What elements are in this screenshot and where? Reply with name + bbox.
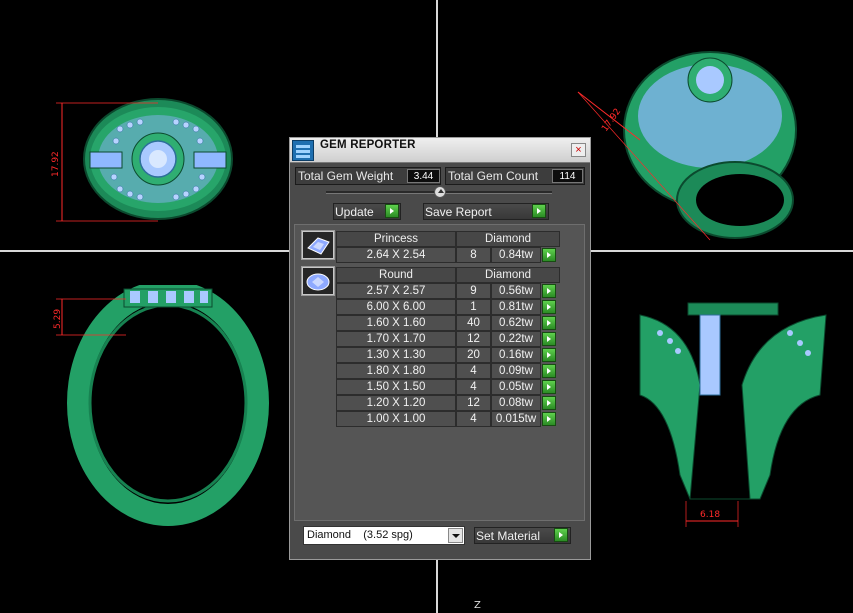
gem-size: 1.80 X 1.80 xyxy=(336,363,456,379)
gem-weight: 0.84tw xyxy=(491,247,541,263)
panel-title: GEM REPORTER xyxy=(320,139,416,151)
gem-weight: 0.09tw xyxy=(491,363,541,379)
material-header: Diamond xyxy=(456,231,560,247)
gem-count: 4 xyxy=(456,411,491,427)
gem-count: 1 xyxy=(456,299,491,315)
gem-weight: 0.16tw xyxy=(491,347,541,363)
gem-weight: 0.22tw xyxy=(491,331,541,347)
gem-count: 8 xyxy=(456,247,491,263)
gem-size: 1.20 X 1.20 xyxy=(336,395,456,411)
close-button[interactable]: × xyxy=(571,143,586,157)
gem-count: 40 xyxy=(456,315,491,331)
gem-count: 4 xyxy=(456,379,491,395)
gem-reporter-icon xyxy=(292,140,314,161)
viewport-side-view[interactable]: 6.18 xyxy=(630,285,840,535)
gem-reporter-panel: GEM REPORTER × Total Gem Weight 3.44 Tot… xyxy=(289,137,591,560)
princess-cut-gem-icon[interactable] xyxy=(301,230,335,260)
set-material-button[interactable]: Set Material xyxy=(474,527,571,544)
arrow-right-icon[interactable] xyxy=(542,348,556,362)
viewport-top-view[interactable]: 17.92 xyxy=(40,95,255,235)
gem-size: 1.50 X 1.50 xyxy=(336,379,456,395)
arrow-right-icon[interactable] xyxy=(542,380,556,394)
total-gem-weight-label: Total Gem Weight xyxy=(298,169,394,183)
z-axis-label: Z xyxy=(474,600,481,611)
arrow-right-icon[interactable] xyxy=(542,364,556,378)
slider-handle-icon[interactable] xyxy=(434,186,446,198)
gem-size: 1.30 X 1.30 xyxy=(336,347,456,363)
gem-size: 6.00 X 6.00 xyxy=(336,299,456,315)
total-gem-count-value: 114 xyxy=(552,169,583,183)
gem-count: 20 xyxy=(456,347,491,363)
viewport-perspective-view[interactable]: 17.92 xyxy=(570,40,810,245)
arrow-right-icon xyxy=(532,204,546,218)
arrow-right-icon xyxy=(554,528,568,542)
arrow-right-icon[interactable] xyxy=(542,284,556,298)
gem-list[interactable]: Princess Diamond 2.64 X 2.54 8 0.84tw Ro… xyxy=(294,224,585,521)
material-select[interactable]: Diamond (3.52 spg) xyxy=(303,526,465,545)
total-gem-count: Total Gem Count 114 xyxy=(445,167,585,185)
cut-header: Round xyxy=(336,267,456,283)
gem-weight: 0.56tw xyxy=(491,283,541,299)
update-button[interactable]: Update xyxy=(333,203,401,220)
gem-size: 1.60 X 1.60 xyxy=(336,315,456,331)
gem-weight: 0.05tw xyxy=(491,379,541,395)
arrow-right-icon[interactable] xyxy=(542,396,556,410)
total-gem-weight-value: 3.44 xyxy=(407,169,440,183)
gem-size: 1.70 X 1.70 xyxy=(336,331,456,347)
gem-count: 12 xyxy=(456,395,491,411)
dimension-label: 6.18 xyxy=(700,510,720,520)
round-cut-gem-icon[interactable] xyxy=(301,266,335,296)
arrow-right-icon[interactable] xyxy=(542,300,556,314)
dimension-label: 5.29 xyxy=(53,309,63,329)
title-bar[interactable]: GEM REPORTER × xyxy=(290,138,590,163)
save-report-button[interactable]: Save Report xyxy=(423,203,549,220)
gem-weight: 0.015tw xyxy=(491,411,541,427)
gem-size: 2.57 X 2.57 xyxy=(336,283,456,299)
chevron-down-icon[interactable] xyxy=(448,528,463,543)
gem-size: 1.00 X 1.00 xyxy=(336,411,456,427)
arrow-right-icon[interactable] xyxy=(542,332,556,346)
gem-count: 9 xyxy=(456,283,491,299)
arrow-right-icon[interactable] xyxy=(542,248,556,262)
arrow-right-icon xyxy=(385,204,399,218)
total-gem-count-label: Total Gem Count xyxy=(448,169,539,183)
update-button-label: Update xyxy=(335,205,374,219)
set-material-button-label: Set Material xyxy=(476,529,541,543)
save-report-button-label: Save Report xyxy=(425,205,492,219)
total-gem-weight: Total Gem Weight 3.44 xyxy=(295,167,441,185)
material-select-value: Diamond (3.52 spg) xyxy=(307,529,413,541)
arrow-right-icon[interactable] xyxy=(542,412,556,426)
gem-weight: 0.81tw xyxy=(491,299,541,315)
gem-count: 12 xyxy=(456,331,491,347)
gem-size: 2.64 X 2.54 xyxy=(336,247,456,263)
gem-weight: 0.08tw xyxy=(491,395,541,411)
gem-count: 4 xyxy=(456,363,491,379)
gem-weight: 0.62tw xyxy=(491,315,541,331)
cut-header: Princess xyxy=(336,231,456,247)
dimension-label: 17.92 xyxy=(51,151,61,177)
arrow-right-icon[interactable] xyxy=(542,316,556,330)
viewport-front-view[interactable]: 5.29 xyxy=(40,285,280,535)
material-header: Diamond xyxy=(456,267,560,283)
